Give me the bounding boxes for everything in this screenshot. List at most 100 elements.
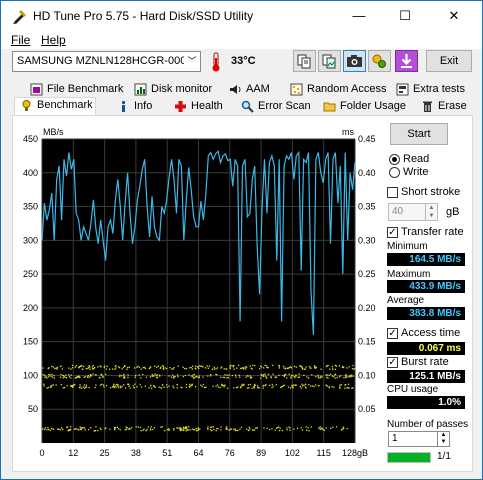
access-time-point [229,364,232,367]
passes-value: 1 [392,433,398,444]
access-time-point [61,368,63,370]
access-time-point [177,365,179,367]
access-time-point [342,426,345,428]
maximize-button[interactable]: ☐ [382,1,428,31]
access-time-point [216,384,219,386]
access-time-point [202,383,205,386]
minimum-label: Minimum [387,241,428,252]
access-time-point [105,385,108,387]
access-time-point [49,429,51,431]
title-bar[interactable]: HD Tune Pro 5.75 - Hard Disk/SSD Utility… [1,1,482,31]
access-time-point [326,385,329,387]
tab-erase[interactable]: Erase [416,99,467,116]
access-time-point [353,368,355,370]
access-time-point [333,386,335,388]
tab-health[interactable]: Health [169,99,223,116]
access-time-point [197,365,199,368]
access-time-point [287,386,290,388]
short-stroke-value: 40 [392,206,404,217]
access-time-point [177,375,179,378]
access-time-point [126,368,128,370]
tab-disk-monitor[interactable]: Disk monitor [129,82,212,99]
access-time-point [300,387,302,389]
tab-error-scan[interactable]: Error Scan [236,99,311,116]
access-time-point [311,374,313,376]
access-time-point [241,384,243,387]
transfer-rate-checkbox[interactable]: ✓ Transfer rate [387,226,469,240]
access-time-point [71,386,74,388]
tab-info-label: Info [134,100,153,112]
transfer-rate-label: Transfer rate [401,226,464,238]
tab-disk-monitor-label: Disk monitor [151,83,213,95]
access-time-point [84,429,86,431]
access-time-point [193,373,195,376]
access-time-point [204,367,207,369]
radio-write[interactable]: Write [389,166,469,180]
access-time-point [272,385,274,387]
progress-fill [388,453,430,462]
tab-folder-usage[interactable]: Folder Usage [318,99,406,116]
minimize-button[interactable]: — [336,1,382,31]
access-time-point [231,374,234,377]
access-time-point [138,374,140,376]
radio-read[interactable]: Read [389,153,469,167]
cpu-usage-value: 1.0% [387,396,465,409]
access-time-point [308,384,310,386]
menu-help-label: Help [41,33,66,47]
close-button[interactable]: ✕ [431,1,477,31]
start-button[interactable]: Start [390,123,448,145]
menu-file[interactable]: File [11,33,30,47]
access-time-point [245,376,247,378]
tab-aam[interactable]: AAM [224,82,270,99]
access-time-point [109,428,111,430]
access-time-point [313,385,315,388]
access-time-point [127,374,129,376]
access-time-point [205,386,207,388]
access-time-point [52,384,54,386]
tab-random-access[interactable]: Random Access [285,82,386,99]
screenshot-button[interactable] [343,50,366,72]
copy-info-button[interactable] [293,50,316,72]
chevron-down-icon: ﹀ [184,52,200,71]
access-time-point [313,366,316,368]
short-stroke-checkbox[interactable]: Short stroke [387,186,469,200]
burst-rate-checkbox[interactable]: ✓ Burst rate [387,356,469,370]
access-time-point [172,374,174,376]
access-time-point [125,426,127,428]
access-time-point [262,374,265,376]
access-time-point [53,428,55,430]
spinner-arrows-icon[interactable]: ▲ ▼ [437,432,449,446]
menu-help[interactable]: Help [41,33,66,47]
access-time-point [289,387,292,389]
tab-aam-label: AAM [246,83,270,95]
access-time-point [78,386,81,389]
access-time-point [274,429,276,431]
options-button[interactable] [368,50,391,72]
tab-info[interactable]: Info [112,99,152,116]
access-time-point [135,426,137,428]
passes-spinner[interactable]: 1 ▲ ▼ [388,431,450,447]
benchmark-chart-svg: 450400350300250200150100500.450.400.350.… [23,127,376,458]
tab-extra-tests[interactable]: Extra tests [391,82,465,99]
access-time-point [121,385,123,387]
x-tick-label: 64 [193,448,203,458]
access-time-point [71,367,74,369]
download-icon [401,54,412,68]
short-stroke-spinner[interactable]: 40 ▲ ▼ [388,203,438,221]
tab-benchmark[interactable]: Benchmark [14,97,96,116]
save-button[interactable] [395,50,418,72]
copy-info-icon [297,54,311,69]
access-time-point [182,366,184,368]
access-time-point [174,376,176,378]
access-time-point [281,429,284,432]
spinner-arrows-icon[interactable]: ▲ ▼ [425,204,437,220]
access-time-point [306,376,308,378]
access-time-point [299,385,302,388]
y-left-tick-label: 100 [23,370,38,380]
drive-select[interactable]: SAMSUNG MZNLN128HCGR-000H1 (128 ﹀ [12,51,201,72]
copy-image-button[interactable] [318,50,341,72]
access-time-point [181,429,183,431]
exit-button[interactable]: Exit [426,50,472,72]
access-time-checkbox[interactable]: ✓ Access time [387,327,469,341]
access-time-point [243,383,245,386]
